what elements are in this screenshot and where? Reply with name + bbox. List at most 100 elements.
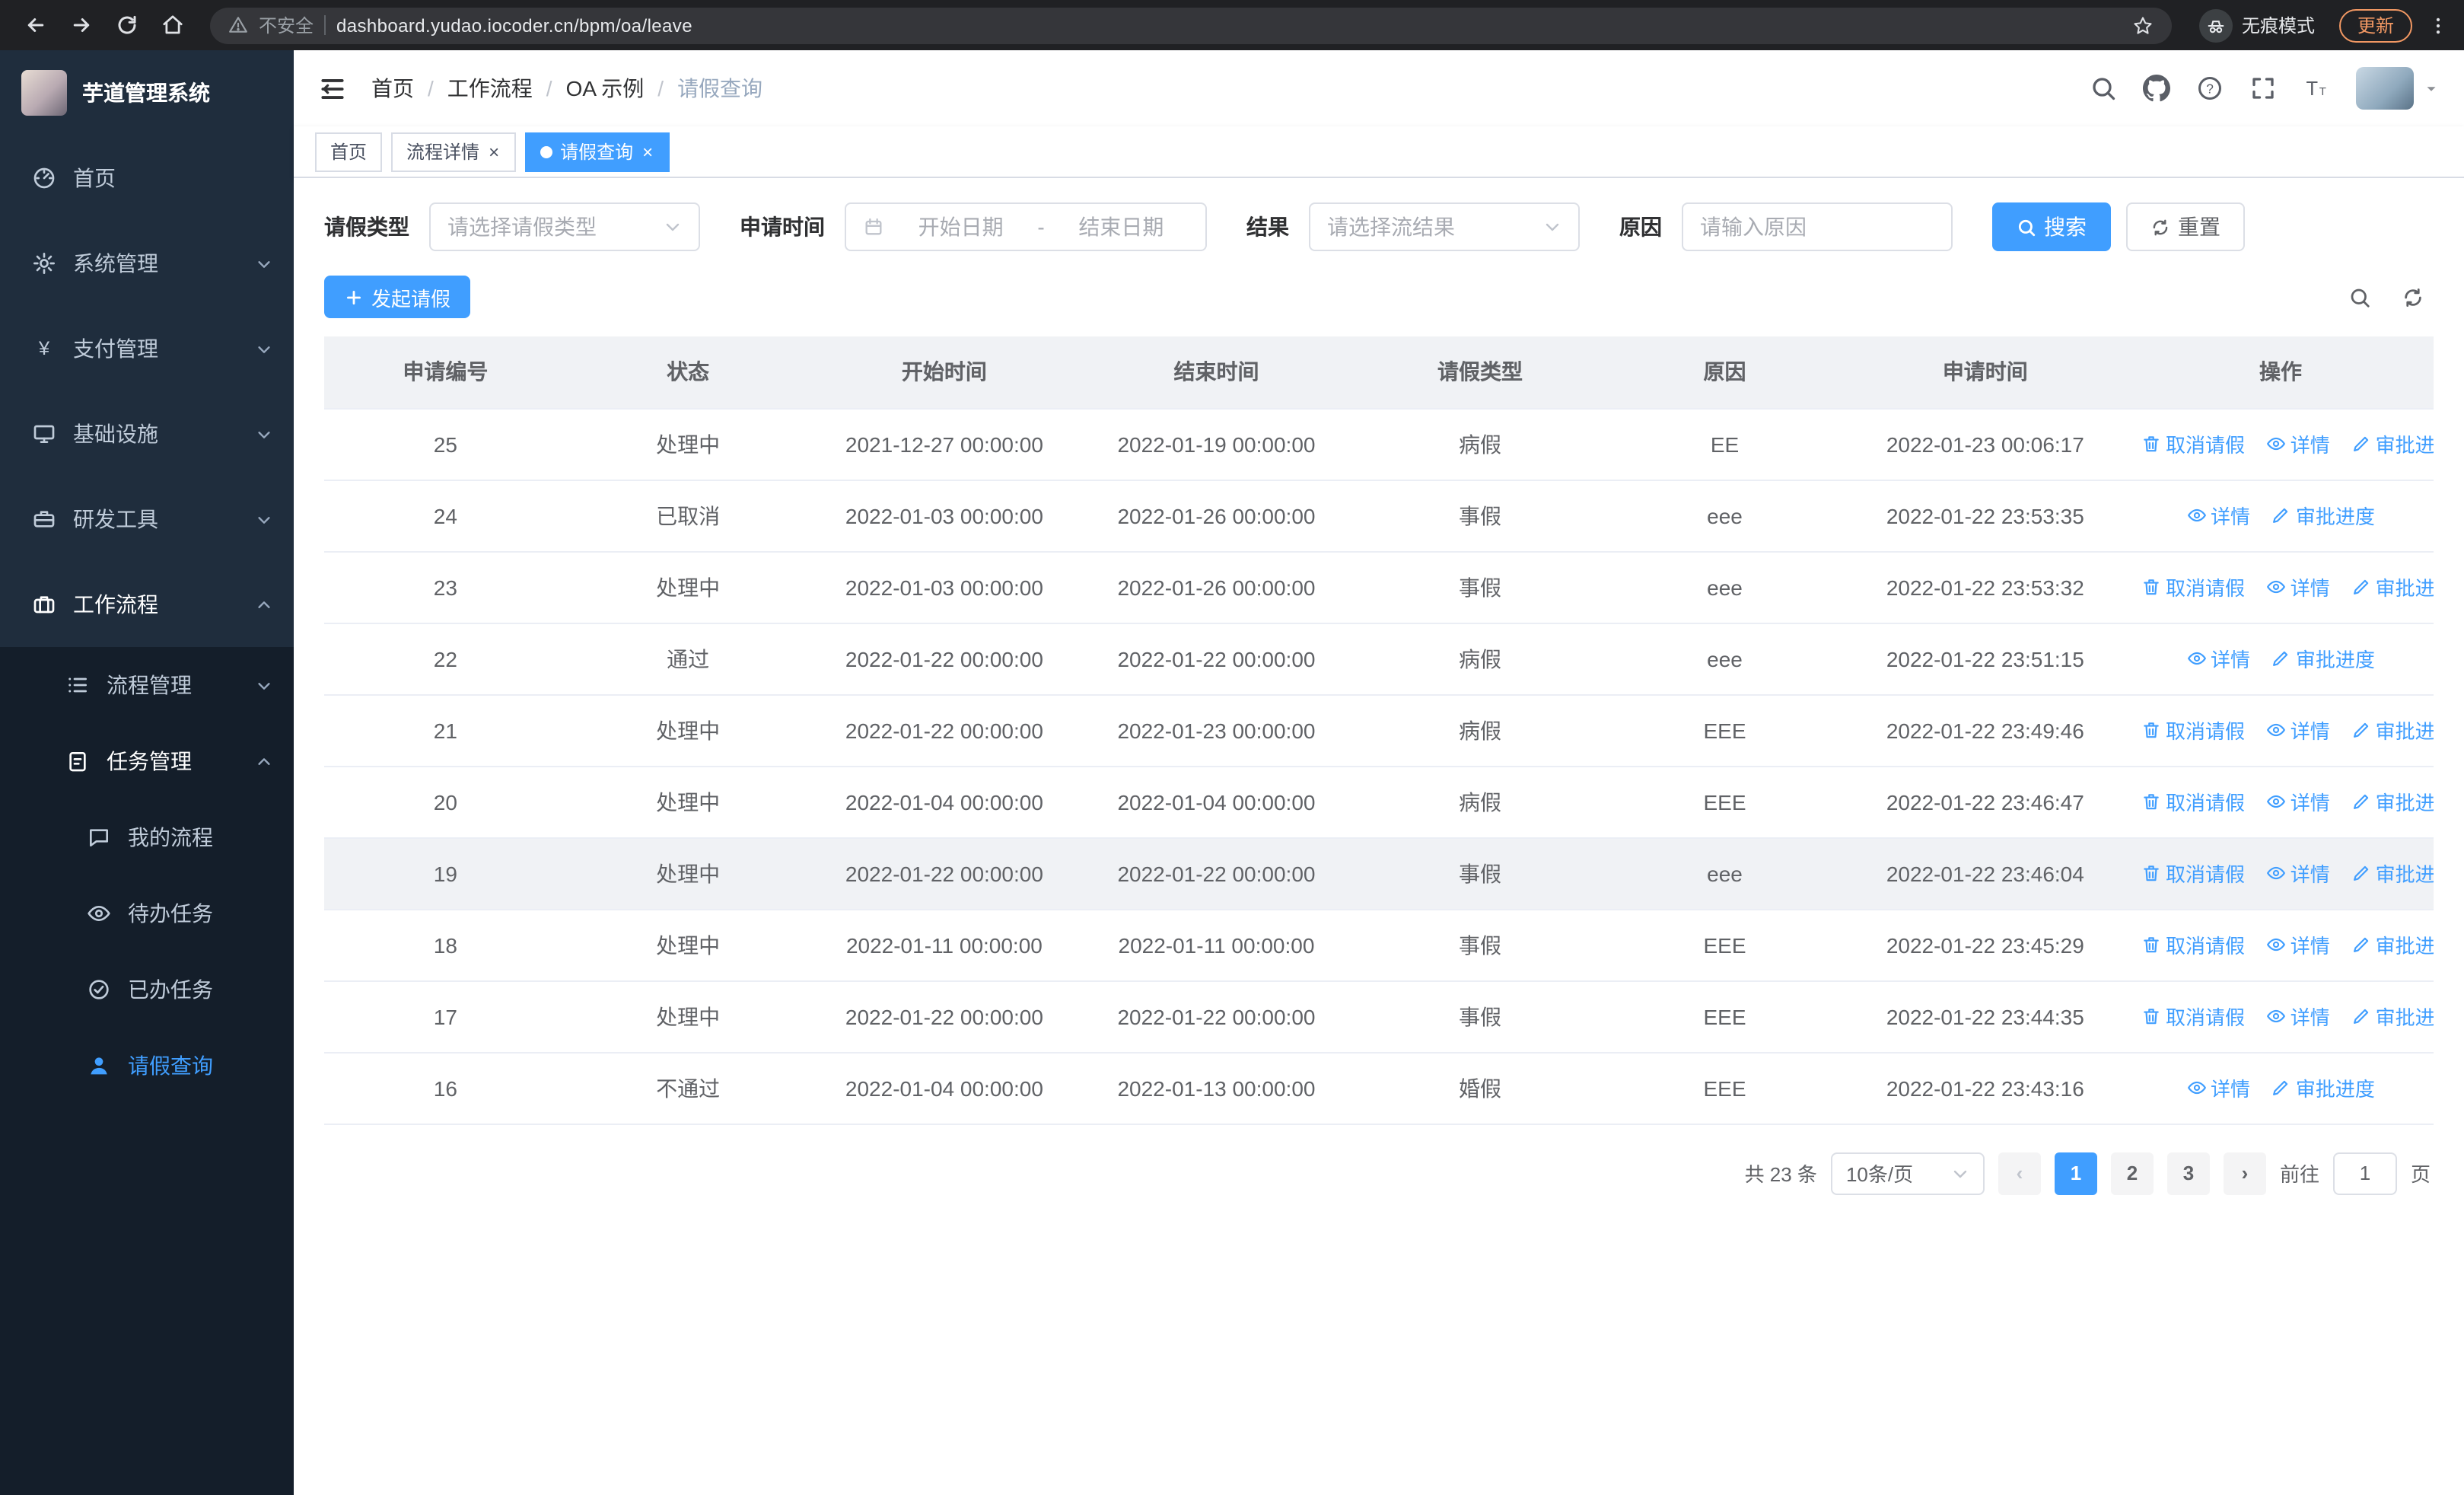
approval-progress-link[interactable]: 审批进度 <box>2271 1073 2375 1102</box>
chevron-down-icon <box>256 677 272 693</box>
cell-reason: EEE <box>1606 980 1843 1053</box>
trash-icon <box>2144 579 2159 595</box>
sidebar-item-payment-management[interactable]: ¥ 支付管理 <box>0 306 294 391</box>
approval-progress-link[interactable]: 审批进度 <box>2271 501 2375 530</box>
edit-pen-icon <box>2353 579 2368 594</box>
edit-pen-icon <box>2273 651 2289 666</box>
cancel-leave-link[interactable]: 取消请假 <box>2141 429 2245 458</box>
cancel-leave-link[interactable]: 取消请假 <box>2141 930 2245 959</box>
create-leave-button[interactable]: 发起请假 <box>324 276 471 318</box>
page-button-3[interactable]: 3 <box>2166 1152 2210 1194</box>
address-bar[interactable]: 不安全 dashboard.yudao.iocoder.cn/bpm/oa/le… <box>210 7 2172 43</box>
breadcrumb-oa-example[interactable]: OA 示例 <box>566 73 645 104</box>
sidebar-item-task-management[interactable]: 任务管理 <box>0 723 294 799</box>
detail-link[interactable]: 详情 <box>2186 1073 2250 1102</box>
detail-link[interactable]: 详情 <box>2266 1002 2330 1031</box>
cell-apply-time: 2022-01-22 23:53:32 <box>1842 551 2128 623</box>
tab-process-detail[interactable]: 流程详情 × <box>391 132 517 171</box>
sidebar-collapse-button[interactable] <box>318 74 347 103</box>
breadcrumb-workflow[interactable]: 工作流程 <box>447 73 533 104</box>
browser-back-button[interactable] <box>15 5 55 45</box>
incognito-glasses-icon <box>2198 8 2233 42</box>
fullscreen-button[interactable] <box>2249 75 2277 102</box>
font-size-button[interactable]: TT <box>2303 75 2330 102</box>
date-range-picker[interactable]: 开始日期 - 结束日期 <box>845 202 1207 251</box>
detail-link[interactable]: 详情 <box>2186 644 2250 673</box>
page-button-1[interactable]: 1 <box>2054 1152 2097 1194</box>
approval-progress-link[interactable]: 审批进度 <box>2351 930 2434 959</box>
approval-progress-link[interactable]: 审批进度 <box>2351 572 2434 601</box>
cancel-leave-link[interactable]: 取消请假 <box>2141 1002 2245 1031</box>
browser-home-button[interactable] <box>152 5 192 45</box>
detail-link[interactable]: 详情 <box>2266 572 2330 601</box>
sidebar-item-home[interactable]: 首页 <box>0 135 294 221</box>
approval-progress-link[interactable]: 审批进度 <box>2351 429 2434 458</box>
sidebar-item-dev-tools[interactable]: 研发工具 <box>0 477 294 562</box>
approval-progress-link[interactable]: 审批进度 <box>2271 644 2375 673</box>
cell-start-time: 2022-01-03 00:00:00 <box>809 551 1080 623</box>
browser-reload-button[interactable] <box>107 5 146 45</box>
toggle-search-button[interactable] <box>2348 285 2371 308</box>
search-button[interactable]: 搜索 <box>1992 202 2111 251</box>
end-date-placeholder: 结束日期 <box>1078 215 1164 239</box>
sidebar-item-system-management[interactable]: 系统管理 <box>0 221 294 306</box>
reason-input[interactable] <box>1682 202 1953 251</box>
cancel-leave-link[interactable]: 取消请假 <box>2141 859 2245 888</box>
detail-link[interactable]: 详情 <box>2186 501 2250 530</box>
sidebar-item-process-management[interactable]: 流程管理 <box>0 647 294 723</box>
breadcrumb-home[interactable]: 首页 <box>371 73 414 104</box>
user-menu[interactable] <box>2356 67 2440 110</box>
refresh-table-button[interactable] <box>2402 285 2424 308</box>
apply-time-label: 申请时间 <box>740 215 825 239</box>
detail-link[interactable]: 详情 <box>2266 930 2330 959</box>
page-button-2[interactable]: 2 <box>2110 1152 2154 1194</box>
cell-leave-type: 事假 <box>1353 980 1607 1053</box>
cell-leave-type: 事假 <box>1353 551 1607 623</box>
col-end-time: 结束时间 <box>1079 336 1354 409</box>
help-button[interactable]: ? <box>2196 75 2224 102</box>
goto-page-input[interactable] <box>2332 1152 2397 1194</box>
browser-update-button[interactable]: 更新 <box>2338 8 2412 42</box>
github-link[interactable] <box>2143 75 2170 102</box>
prev-page-button[interactable]: ‹ <box>1998 1152 2041 1194</box>
next-page-button[interactable]: › <box>2223 1152 2266 1194</box>
sidebar-item-todo-tasks[interactable]: 待办任务 <box>0 875 294 952</box>
cancel-leave-link[interactable]: 取消请假 <box>2141 787 2245 816</box>
bookmark-star-icon[interactable] <box>2132 14 2154 36</box>
security-label: 不安全 <box>259 15 314 37</box>
sidebar-item-infrastructure[interactable]: 基础设施 <box>0 391 294 477</box>
detail-link[interactable]: 详情 <box>2266 716 2330 744</box>
approval-progress-link[interactable]: 审批进度 <box>2351 716 2434 744</box>
detail-link[interactable]: 详情 <box>2266 429 2330 458</box>
cancel-leave-link[interactable]: 取消请假 <box>2141 716 2245 744</box>
result-select[interactable]: 请选择流结果 <box>1309 202 1580 251</box>
browser-forward-button[interactable] <box>61 5 100 45</box>
tab-home[interactable]: 首页 <box>315 132 383 171</box>
approval-progress-link[interactable]: 审批进度 <box>2351 1002 2434 1031</box>
sidebar-item-done-tasks[interactable]: 已办任务 <box>0 952 294 1028</box>
approval-progress-link[interactable]: 审批进度 <box>2351 859 2434 888</box>
yen-icon: ¥ <box>30 336 56 362</box>
page-size-select[interactable]: 10条/页 <box>1830 1152 1985 1194</box>
gear-icon <box>30 250 56 276</box>
sidebar-item-workflow[interactable]: 工作流程 <box>0 562 294 647</box>
close-tab-icon[interactable]: × <box>487 141 501 162</box>
cell-leave-type: 病假 <box>1353 766 1607 838</box>
sidebar-item-my-process[interactable]: 我的流程 <box>0 799 294 875</box>
tab-leave-query[interactable]: 请假查询 × <box>525 132 670 171</box>
header-search-button[interactable] <box>2090 75 2117 102</box>
forward-arrow-icon <box>72 18 89 32</box>
cancel-leave-link[interactable]: 取消请假 <box>2141 572 2245 601</box>
sidebar-item-leave-query[interactable]: 请假查询 <box>0 1028 294 1104</box>
chevron-down-icon <box>256 340 272 357</box>
approval-progress-link[interactable]: 审批进度 <box>2351 787 2434 816</box>
detail-link[interactable]: 详情 <box>2266 787 2330 816</box>
leave-type-select[interactable]: 请选择请假类型 <box>429 202 700 251</box>
cell-start-time: 2022-01-03 00:00:00 <box>809 480 1080 552</box>
reset-button[interactable]: 重置 <box>2126 202 2245 251</box>
cell-end-time: 2022-01-04 00:00:00 <box>1079 766 1354 838</box>
browser-menu-button[interactable] <box>2427 14 2449 36</box>
detail-link[interactable]: 详情 <box>2266 859 2330 888</box>
close-tab-icon[interactable]: × <box>641 141 654 162</box>
edit-pen-icon <box>2353 722 2368 738</box>
